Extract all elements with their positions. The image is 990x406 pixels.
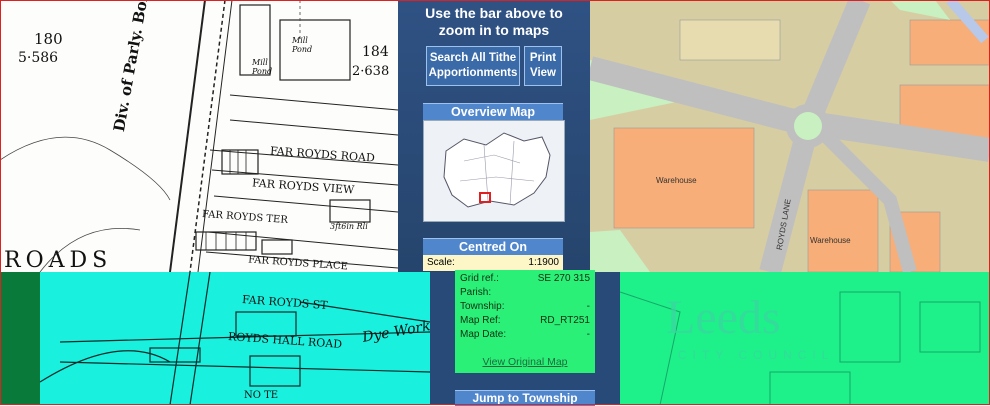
viewer-frame (0, 0, 990, 405)
